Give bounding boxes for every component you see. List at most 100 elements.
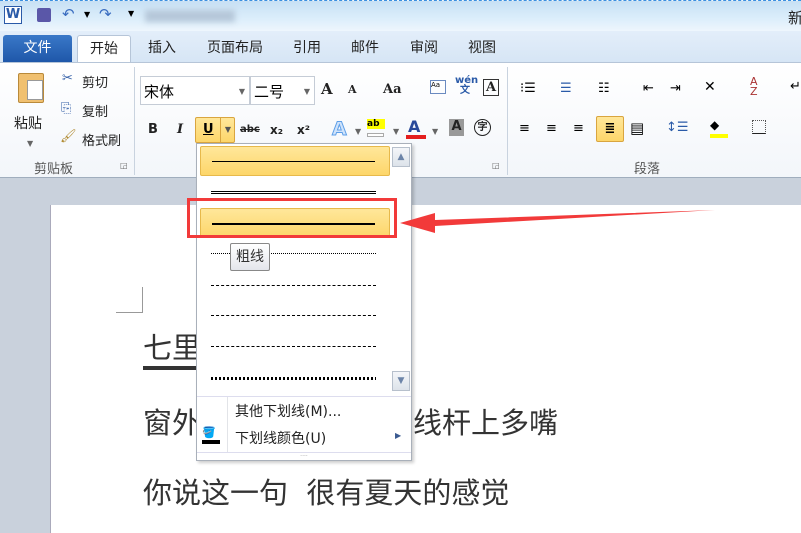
title-bar: W ↶ ▼ ↷ ▼ 新 — [0, 0, 801, 31]
annotation-highlight-box — [187, 198, 397, 238]
sort-icon[interactable]: AZ — [750, 76, 758, 97]
underline-option-dotted[interactable] — [200, 238, 390, 268]
margin-corner-mark — [116, 287, 143, 313]
tooltip-thick: 粗线 — [230, 243, 270, 271]
align-center-icon[interactable]: ≡ — [546, 121, 557, 136]
more-underlines-item[interactable]: 其他下划线(M)... — [235, 401, 341, 421]
highlight-icon[interactable]: ab — [367, 119, 385, 129]
customize-quick-access-icon[interactable]: ▼ — [128, 9, 134, 18]
annotation-arrow — [400, 210, 715, 233]
ribbon-tabs: 文件 开始 插入 页面布局 引用 邮件 审阅 视图 — [0, 31, 801, 63]
bullets-icon[interactable]: ⁝☰ — [520, 81, 536, 96]
numbering-icon[interactable]: ☰ — [560, 81, 572, 96]
tab-insert[interactable]: 插入 — [140, 35, 184, 63]
shrink-font-icon[interactable]: A — [348, 83, 357, 96]
change-case-icon[interactable]: Aa — [383, 82, 402, 97]
document-line-2-right[interactable]: 线杆上多嘴 — [413, 400, 558, 442]
scissors-icon: ✂ — [62, 71, 73, 86]
borders-icon[interactable] — [752, 120, 766, 134]
underline-option-single[interactable] — [200, 146, 390, 176]
menu-icon-column — [227, 397, 228, 453]
tab-home[interactable]: 开始 — [77, 35, 131, 63]
font-name-combo[interactable]: 宋体 ▼ — [140, 76, 250, 105]
chevron-down-icon[interactable]: ▼ — [239, 87, 245, 96]
font-launcher-icon[interactable]: ◲ — [492, 161, 500, 170]
undo-icon[interactable]: ↶ — [62, 5, 75, 23]
window-title: 新 — [788, 9, 801, 27]
undo-dropdown-icon[interactable]: ▼ — [84, 10, 90, 19]
distributed-icon[interactable]: ▤ — [630, 119, 644, 137]
highlight-color-bar — [367, 133, 384, 137]
text-effects-icon[interactable]: A — [332, 118, 348, 141]
paste-icon[interactable] — [18, 73, 44, 103]
underline-option-dash-dot[interactable] — [200, 300, 390, 330]
font-color-icon[interactable]: A — [408, 117, 420, 136]
clear-formatting-icon[interactable]: Aa — [430, 80, 446, 94]
underline-style-menu: ▲ ▼ 其他下划线(M)... 🪣 下划线颜色(U) ▶ ···· — [196, 143, 412, 461]
chevron-down-icon[interactable]: ▼ — [355, 127, 361, 136]
save-icon[interactable] — [37, 8, 51, 22]
enclose-characters-icon[interactable]: 字 — [474, 119, 491, 136]
chevron-down-icon[interactable]: ▼ — [432, 127, 438, 136]
increase-indent-icon[interactable]: ⇥ — [670, 81, 681, 96]
chevron-down-icon[interactable]: ▼ — [304, 87, 310, 96]
underline-dropdown-icon[interactable]: ▼ — [220, 118, 235, 142]
font-size-combo[interactable]: 二号 ▼ — [250, 76, 315, 105]
font-name-value: 宋体 — [144, 83, 175, 101]
underline-label: U — [203, 122, 214, 137]
paragraph-group-label: 段落 — [634, 162, 661, 177]
align-right-icon[interactable]: ≡ — [573, 121, 584, 136]
document-line-2-left[interactable]: 窗外 — [143, 400, 201, 442]
chinese-layout-icon[interactable]: ✕ — [704, 79, 716, 95]
clipboard-launcher-icon[interactable]: ◲ — [120, 161, 128, 170]
chevron-down-icon[interactable]: ▼ — [393, 127, 399, 136]
shading-icon[interactable]: ◆ — [710, 118, 728, 138]
scroll-down-button[interactable]: ▼ — [392, 371, 410, 391]
decrease-indent-icon[interactable]: ⇤ — [643, 81, 654, 96]
show-marks-icon[interactable]: ↵ — [790, 79, 801, 94]
font-size-value: 二号 — [254, 83, 285, 101]
document-line-3[interactable]: 你说这一句 很有夏天的感觉 — [143, 470, 509, 512]
cut-button[interactable]: 剪切 — [82, 72, 108, 91]
strikethrough-button[interactable]: abc — [240, 124, 260, 135]
paste-button[interactable]: 粘贴 — [14, 113, 42, 133]
character-border-icon[interactable]: A — [483, 79, 499, 96]
grow-font-icon[interactable]: A — [321, 80, 333, 98]
format-painter-button[interactable]: 格式刷 — [82, 130, 121, 149]
paste-dropdown-icon[interactable]: ▼ — [27, 139, 33, 148]
phonetic-guide-icon[interactable]: wén 文 — [455, 76, 478, 96]
format-painter-icon: 🖌 — [60, 129, 77, 144]
underline-color-item[interactable]: 下划线颜色(U) — [235, 428, 326, 448]
document-page[interactable]: 七里 窗外 线杆上多嘴 你说这一句 很有夏天的感觉 — [50, 205, 801, 533]
blurred-title — [145, 10, 235, 22]
character-shading-icon[interactable]: A — [449, 119, 464, 136]
underline-option-dash-dot-dot[interactable] — [200, 331, 390, 361]
redo-icon[interactable]: ↷ — [99, 5, 112, 23]
subscript-button[interactable]: x₂ — [270, 123, 283, 137]
scroll-up-button[interactable]: ▲ — [392, 147, 410, 167]
underline-option-dashed[interactable] — [200, 270, 390, 300]
tab-page-layout[interactable]: 页面布局 — [200, 35, 270, 63]
arrow-shape — [400, 210, 715, 233]
clipboard-group-label: 剪贴板 — [34, 162, 74, 177]
underline-option-wave[interactable] — [200, 362, 390, 392]
tab-references[interactable]: 引用 — [285, 35, 329, 63]
bold-button[interactable]: B — [148, 122, 158, 137]
resize-grip[interactable]: ···· — [197, 452, 411, 460]
document-line-1[interactable]: 七里 — [143, 330, 202, 370]
align-left-icon[interactable]: ≡ — [519, 121, 530, 136]
justify-icon[interactable]: ≣ — [596, 116, 624, 142]
tab-mailings[interactable]: 邮件 — [343, 35, 387, 63]
italic-button[interactable]: I — [177, 122, 183, 137]
tab-file[interactable]: 文件 — [3, 35, 72, 63]
word-logo-icon: W — [4, 6, 22, 24]
submenu-arrow-icon: ▶ — [395, 431, 402, 440]
tab-view[interactable]: 视图 — [460, 35, 504, 63]
tab-review[interactable]: 审阅 — [402, 35, 446, 63]
line-spacing-icon[interactable]: ↕☰ — [666, 120, 689, 135]
multilevel-list-icon[interactable]: ☷ — [598, 81, 610, 96]
superscript-button[interactable]: x² — [297, 123, 310, 137]
copy-button[interactable]: 复制 — [82, 101, 108, 120]
menu-divider — [197, 396, 411, 397]
underline-button[interactable]: U ▼ — [195, 117, 235, 143]
